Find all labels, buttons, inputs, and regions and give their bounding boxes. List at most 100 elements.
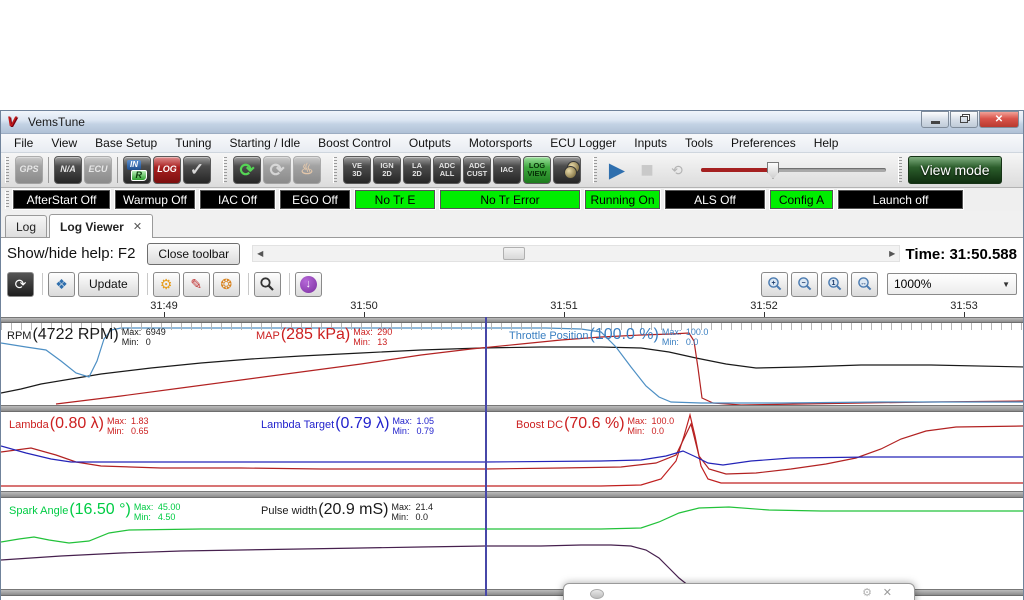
close-button[interactable]: ✕ (979, 111, 1019, 128)
reload-disabled-button: ⟳ (263, 156, 291, 184)
signal-min: Min:13 (353, 337, 392, 347)
na-button[interactable]: N/A (54, 156, 82, 184)
toolbar-group-5: View mode (896, 156, 1002, 184)
edit-chart-icon[interactable]: ✎ (183, 272, 210, 297)
drag-handle[interactable] (333, 157, 337, 183)
menu-ecu-logger[interactable]: ECU Logger (541, 134, 625, 152)
log-position-scrollbar[interactable]: ◀ ▶ (252, 245, 900, 262)
menu-inputs[interactable]: Inputs (625, 134, 676, 152)
palette-icon[interactable]: ❂ (213, 272, 240, 297)
zoom-level-select[interactable]: 1000% ▼ (887, 273, 1017, 295)
toolbar-group-3: VE 3DIGN 2DLA 2DADC ALLADC CUSTIACLOG VI… (331, 156, 581, 184)
validate-button[interactable]: ✓ (183, 156, 211, 184)
scroll-right-icon[interactable]: ▶ (885, 246, 899, 261)
zoom-in-button[interactable]: + (761, 272, 788, 297)
log-button[interactable]: LOG (153, 156, 181, 184)
signal-readout-boost-dc: Boost DC(70.6 %)Max:100.0Min:0.0 (516, 415, 674, 436)
chart-panel-1[interactable]: RPM(4722 RPM)Max:6949Min:0MAP(285 kPa)Ma… (1, 323, 1023, 405)
popup-close-icon[interactable]: ✕ (883, 586, 892, 599)
drag-handle[interactable] (5, 191, 9, 209)
signal-min: Min:0.79 (392, 426, 434, 436)
ve-3d-button[interactable]: VE 3D (343, 156, 371, 184)
chart-panel-2[interactable]: Lambda(0.80 λ)Max:1.83Min:0.65Lambda Tar… (1, 412, 1023, 491)
signal-value: (20.9 mS) (318, 501, 388, 519)
ign-2d-button[interactable]: IGN 2D (373, 156, 401, 184)
chevron-down-icon: ▼ (1002, 280, 1010, 289)
download-icon[interactable]: ↓ (295, 272, 322, 297)
gauge-button[interactable] (553, 156, 581, 184)
drag-handle[interactable] (898, 157, 902, 183)
validate-button-glyph: ✓ (190, 161, 204, 179)
loop-icon[interactable]: ⟲ (663, 156, 691, 184)
signal-max-min: Max:1.05Min:0.79 (392, 415, 434, 436)
update-button[interactable]: Update (78, 272, 139, 297)
minimize-button[interactable] (921, 111, 949, 128)
signal-max: Max:6949 (122, 327, 166, 337)
panel-splitter[interactable] (1, 405, 1023, 412)
menu-tuning[interactable]: Tuning (166, 134, 220, 152)
menu-starting-idle[interactable]: Starting / Idle (220, 134, 309, 152)
slider-fill (701, 168, 771, 172)
log-view-button[interactable]: LOG VIEW (523, 156, 551, 184)
toolbar-separator (117, 157, 118, 183)
title-bar: V VemsTune ✕ (1, 111, 1023, 134)
chart-area[interactable]: RPM(4722 RPM)Max:6949Min:0MAP(285 kPa)Ma… (1, 317, 1023, 596)
zoom-out-button[interactable]: − (791, 272, 818, 297)
reload-button[interactable]: ⟳ (233, 156, 261, 184)
play-icon[interactable]: ▶ (603, 156, 631, 184)
panel-splitter[interactable] (1, 491, 1023, 498)
restore-button[interactable] (950, 111, 978, 128)
iac-button[interactable]: IAC (493, 156, 521, 184)
status-lamp-no-tr-e: No Tr E (355, 190, 435, 209)
notification-popup[interactable]: ⚙ ✕ (563, 583, 915, 600)
close-toolbar-button[interactable]: Close toolbar (147, 243, 240, 265)
search-icon[interactable] (254, 272, 281, 297)
signal-value: (100.0 %) (589, 326, 658, 344)
menu-preferences[interactable]: Preferences (722, 134, 805, 152)
drag-handle[interactable] (593, 157, 597, 183)
menu-tools[interactable]: Tools (676, 134, 722, 152)
main-toolbar: GPSN/AECUINRLOG✓⟳⟳♨VE 3DIGN 2DLA 2DADC A… (1, 153, 1023, 188)
menu-file[interactable]: File (5, 134, 42, 152)
menu-outputs[interactable]: Outputs (400, 134, 460, 152)
scrollbar-thumb[interactable] (503, 247, 525, 260)
gear-icon[interactable]: ⚙ (153, 272, 180, 297)
menu-boost-control[interactable]: Boost Control (309, 134, 400, 152)
burn-button: ♨ (293, 156, 321, 184)
refresh-button[interactable]: ⟳ (7, 272, 34, 297)
menu-motorsports[interactable]: Motorsports (460, 134, 541, 152)
tab-close-icon[interactable]: ✕ (133, 220, 142, 233)
zoom-level-value: 1000% (894, 277, 931, 291)
slider-thumb[interactable] (767, 162, 779, 179)
playback-slider[interactable] (701, 160, 886, 180)
menu-help[interactable]: Help (805, 134, 848, 152)
compare-button[interactable]: ❖ (48, 272, 75, 297)
menu-view[interactable]: View (42, 134, 86, 152)
in-r-log-button[interactable]: INR (123, 156, 151, 184)
chart-panel-3[interactable]: Spark Angle (16.50 °)Max:45.00Min:4.50Pu… (1, 498, 1023, 589)
signal-traces (1, 412, 1023, 491)
menu-base-setup[interactable]: Base Setup (86, 134, 166, 152)
tab-log[interactable]: Log (5, 215, 47, 237)
la-2d-button[interactable]: LA 2D (403, 156, 431, 184)
adc-all-button[interactable]: ADC ALL (433, 156, 461, 184)
adc-cust-button[interactable]: ADC CUST (463, 156, 491, 184)
drag-handle[interactable] (5, 157, 9, 183)
view-mode-button[interactable]: View mode (908, 156, 1002, 184)
time-ruler: 31:4931:5031:5131:5231:53 (1, 299, 1023, 317)
time-tick-label: 31:50 (350, 300, 378, 312)
signal-max: Max:100.0 (628, 416, 675, 426)
signal-readout-throttle-position: Throttle Position(100.0 %)Max:100.0Min:0… (509, 326, 708, 347)
zoom-100-button[interactable]: 1 (821, 272, 848, 297)
signal-value: (4722 RPM) (32, 326, 118, 344)
tab-log-viewer[interactable]: Log Viewer✕ (49, 214, 153, 238)
zoom-fit-button[interactable]: ↔ (851, 272, 878, 297)
vemstune-logo-icon: V (7, 115, 23, 129)
status-lamp-no-tr-error: No Tr Error (440, 190, 580, 209)
drag-handle[interactable] (223, 157, 227, 183)
status-lamp-launch-off: Launch off (838, 190, 963, 209)
stop-icon[interactable]: ■ (633, 156, 661, 184)
scroll-left-icon[interactable]: ◀ (253, 246, 267, 261)
popup-gear-icon[interactable]: ⚙ (862, 586, 872, 599)
signal-name: Throttle Position (509, 326, 588, 342)
